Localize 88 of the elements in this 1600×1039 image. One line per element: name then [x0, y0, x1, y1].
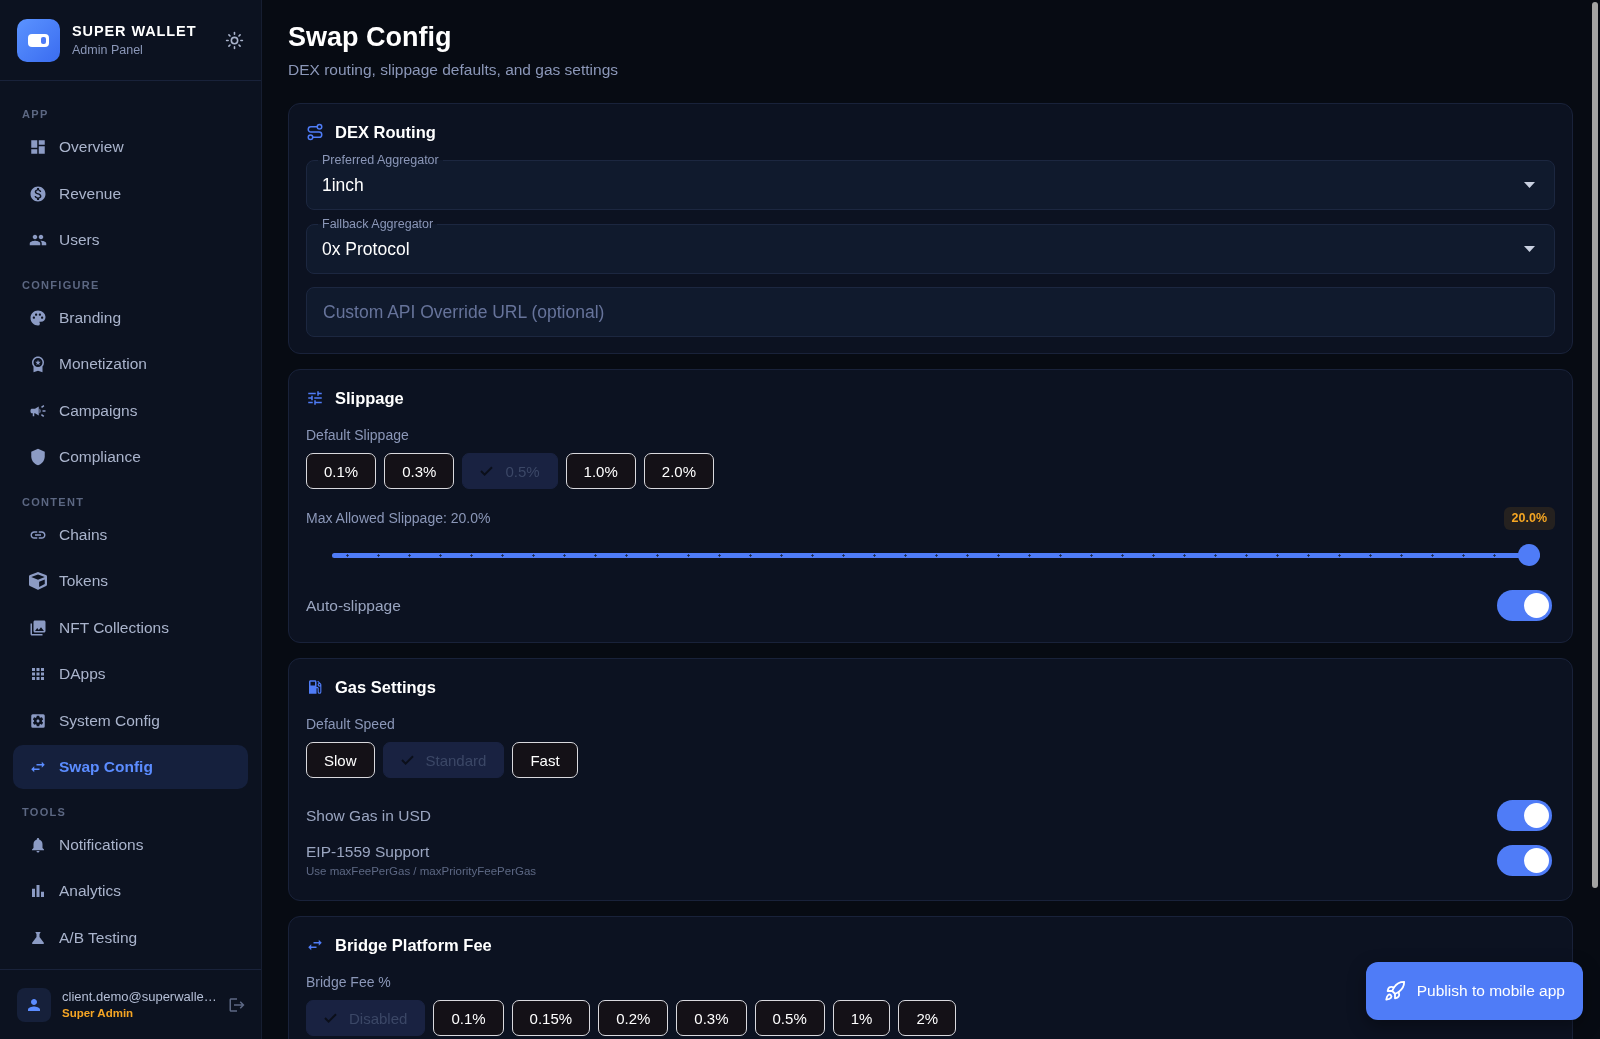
nav-item[interactable]: Chains: [13, 512, 248, 557]
nav-item[interactable]: System Config: [13, 698, 248, 743]
grid-icon: [29, 138, 47, 156]
route-icon: [306, 123, 324, 141]
nav-item[interactable]: Users: [13, 218, 248, 262]
caret-icon: [1524, 182, 1535, 188]
nav-item[interactable]: A/B Testing: [13, 915, 248, 960]
user-email: client.demo@superwalle…: [62, 988, 217, 1005]
toggle-switch[interactable]: [1497, 845, 1552, 876]
toggle-switch[interactable]: [1497, 590, 1552, 621]
toggle-label: Auto-slippage: [306, 595, 401, 616]
group-label: Default Slippage: [306, 426, 409, 444]
section-label: CONTENT: [21, 495, 85, 508]
nav-item[interactable]: Revenue: [13, 171, 248, 216]
palette-icon: [29, 308, 47, 327]
avatar-icon: [17, 987, 51, 1022]
nav-item[interactable]: Notifications: [13, 822, 248, 867]
select-field[interactable]: Fallback Aggregator 0x Protocol: [306, 216, 1555, 274]
page-title: Swap Config: [288, 21, 453, 54]
user-role: Super Admin: [62, 1006, 134, 1021]
bell-icon: [29, 835, 47, 854]
option-chip[interactable]: 2%: [898, 1000, 957, 1036]
nav-item[interactable]: Overview: [13, 125, 248, 169]
option-chip[interactable]: 0.5%: [754, 1000, 825, 1036]
card-title: Slippage: [335, 388, 404, 408]
sliders-icon: [306, 389, 324, 407]
card-title: Bridge Platform Fee: [335, 935, 492, 955]
slider-thumb[interactable]: [1518, 544, 1540, 566]
option-chip[interactable]: 0.1%: [433, 1000, 504, 1036]
toggle-label: Show Gas in USD: [306, 805, 431, 826]
logout-icon[interactable]: [227, 995, 246, 1014]
nav-item[interactable]: NFT Collections: [13, 605, 248, 650]
nav-item[interactable]: Compliance: [13, 435, 248, 479]
select-field[interactable]: Preferred Aggregator 1inch: [306, 152, 1555, 210]
nav-item[interactable]: Monetization: [13, 342, 248, 386]
settings-icon: [29, 711, 47, 730]
check-icon: [400, 755, 414, 765]
option-chip[interactable]: Slow: [306, 742, 375, 778]
slider-track[interactable]: [332, 544, 1540, 566]
dollar-coin-icon: [29, 184, 47, 203]
group-label: Default Speed: [306, 715, 395, 733]
award-ribbon-icon: [29, 355, 47, 373]
nav-item[interactable]: Analytics: [13, 869, 248, 913]
dots-grid-icon: [29, 665, 47, 683]
option-chip[interactable]: 0.2%: [598, 1000, 669, 1036]
slider-label: Max Allowed Slippage: 20.0%: [306, 510, 491, 526]
cube-icon: [29, 572, 47, 590]
option-chip[interactable]: 0.3%: [384, 453, 455, 489]
sun-icon[interactable]: [225, 30, 244, 50]
brand-subtitle: Admin Panel: [72, 42, 144, 58]
option-chip[interactable]: 0.1%: [306, 453, 377, 489]
fuel-pump-icon: [306, 678, 324, 696]
field-label: Preferred Aggregator: [318, 152, 443, 168]
brand-title: SUPER WALLET: [72, 22, 197, 40]
toggle-switch[interactable]: [1497, 800, 1552, 831]
page-subtitle: DEX routing, slippage defaults, and gas settings: [288, 60, 619, 80]
section-label: TOOLS: [21, 805, 67, 818]
bar-chart-icon: [29, 882, 47, 900]
section-label: CONFIGURE: [21, 278, 100, 291]
option-chip[interactable]: 0.15%: [511, 1000, 591, 1036]
nav-item[interactable]: Branding: [13, 295, 248, 340]
rocket-icon: [1383, 980, 1406, 1002]
value-badge: 20.0%: [1503, 506, 1555, 530]
check-icon: [324, 1013, 337, 1023]
option-chip[interactable]: 1.0%: [565, 453, 636, 489]
scrollbar-thumb[interactable]: [1592, 2, 1598, 888]
nav-item[interactable]: Campaigns: [13, 388, 248, 433]
nav-item[interactable]: Swap Config: [13, 745, 248, 789]
wallet-logo: [17, 18, 60, 62]
shield-icon: [29, 448, 47, 466]
option-chip[interactable]: 0.3%: [676, 1000, 747, 1036]
check-icon: [480, 466, 494, 476]
image-stack-icon: [29, 618, 47, 637]
option-chip[interactable]: 1%: [832, 1000, 891, 1036]
toggle-hint: Use maxFeePerGas / maxPriorityFeePerGas: [306, 864, 537, 879]
card-title: DEX Routing: [335, 122, 436, 142]
option-chip[interactable]: 2.0%: [643, 453, 714, 489]
option-chip[interactable]: Fast: [512, 742, 578, 778]
caret-icon: [1524, 246, 1535, 252]
group-label: Bridge Fee %: [306, 973, 391, 991]
field-label: Fallback Aggregator: [318, 216, 438, 232]
input-field[interactable]: Custom API Override URL (optional): [306, 287, 1555, 337]
toggle-label: EIP-1559 Support: [306, 842, 430, 862]
publish-button[interactable]: Publish to mobile app: [1365, 962, 1583, 1020]
nav-item[interactable]: Tokens: [13, 559, 248, 603]
nav-item[interactable]: DApps: [13, 652, 248, 696]
section-label: APP: [21, 108, 49, 120]
card-title: Gas Settings: [335, 677, 436, 697]
